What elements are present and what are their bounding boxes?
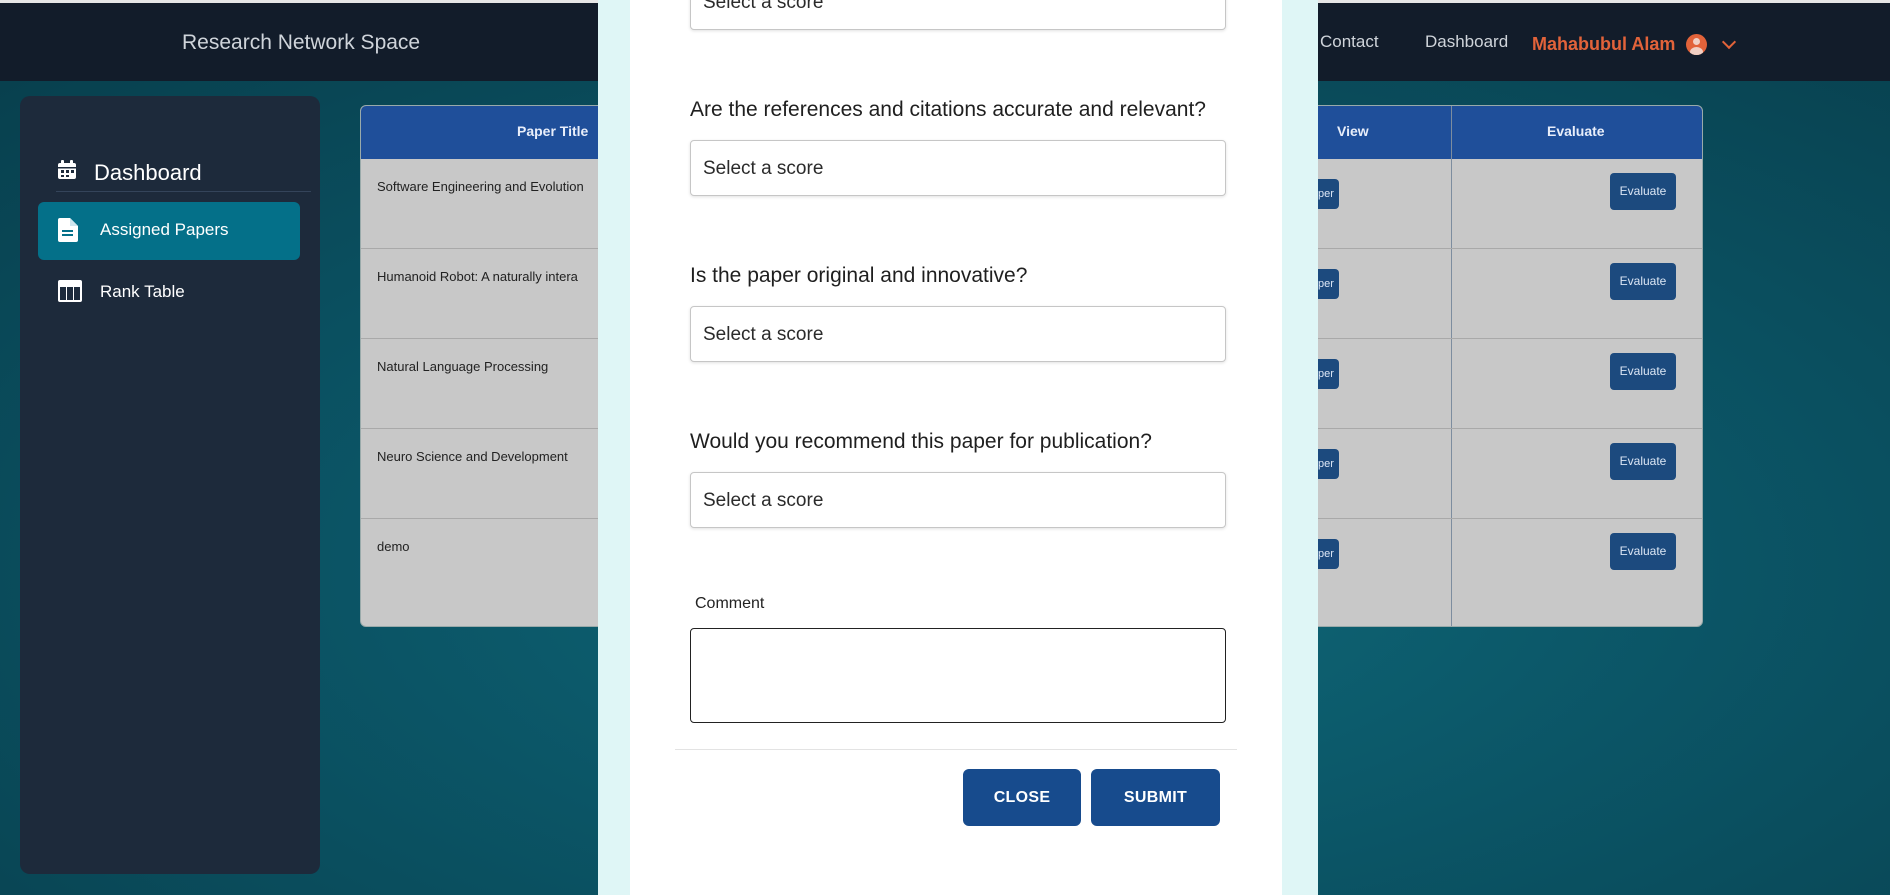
sidebar-item-label: Assigned Papers <box>100 220 229 239</box>
evaluate-button[interactable]: Evaluate <box>1610 353 1676 390</box>
score-select[interactable]: Select a score <box>690 306 1226 362</box>
score-select-value: Select a score <box>703 324 824 345</box>
modal-footer-divider <box>675 749 1237 750</box>
score-select[interactable]: Select a score <box>690 0 1226 30</box>
score-select-value: Select a score <box>703 490 824 511</box>
comment-textarea[interactable] <box>690 628 1226 723</box>
table-icon <box>58 280 82 302</box>
user-avatar-icon[interactable] <box>1686 34 1707 55</box>
brand-title[interactable]: Research Network Space <box>182 31 420 55</box>
question-label: Would you recommend this paper for publi… <box>690 430 1152 453</box>
paper-title-cell: Neuro Science and Development <box>377 449 568 464</box>
column-header-evaluate: Evaluate <box>1547 123 1605 139</box>
paper-title-cell: Software Engineering and Evolution <box>377 179 584 194</box>
evaluate-button[interactable]: Evaluate <box>1610 443 1676 480</box>
evaluation-modal: Select a score Are the references and ci… <box>630 0 1282 895</box>
comment-label: Comment <box>695 595 765 612</box>
document-icon <box>58 218 78 242</box>
score-select[interactable]: Select a score <box>690 472 1226 528</box>
submit-button[interactable]: SUBMIT <box>1091 769 1220 826</box>
score-select-value: Select a score <box>703 158 824 179</box>
question-label: Are the references and citations accurat… <box>690 98 1206 121</box>
evaluate-button[interactable]: Evaluate <box>1610 533 1676 570</box>
sidebar-item-label: Rank Table <box>100 282 185 301</box>
evaluate-button[interactable]: Evaluate <box>1610 173 1676 210</box>
sidebar-item-assigned-papers[interactable]: Assigned Papers <box>38 202 300 260</box>
column-header-view: View <box>1337 123 1369 139</box>
user-name[interactable]: Mahabubul Alam <box>1532 34 1675 55</box>
calendar-icon <box>58 160 76 179</box>
evaluation-modal-backdrop: Select a score Are the references and ci… <box>598 0 1318 895</box>
nav-dashboard[interactable]: Dashboard <box>1425 32 1508 52</box>
score-select-value: Select a score <box>703 0 824 13</box>
close-button[interactable]: CLOSE <box>963 769 1081 826</box>
paper-title-cell: demo <box>377 539 410 554</box>
paper-title-cell: Natural Language Processing <box>377 359 549 374</box>
nav-contact[interactable]: Contact <box>1320 32 1379 52</box>
paper-title-cell: Humanoid Robot: A naturally intera <box>377 269 578 284</box>
column-header-paper-title: Paper Title <box>517 123 589 139</box>
sidebar: Dashboard Assigned Papers Rank Table <box>20 96 320 874</box>
evaluate-button[interactable]: Evaluate <box>1610 263 1676 300</box>
chevron-down-icon[interactable] <box>1721 34 1737 50</box>
score-select[interactable]: Select a score <box>690 140 1226 196</box>
sidebar-dashboard[interactable]: Dashboard <box>56 154 311 192</box>
question-label: Is the paper original and innovative? <box>690 264 1028 287</box>
sidebar-title: Dashboard <box>94 160 202 185</box>
sidebar-item-rank-table[interactable]: Rank Table <box>38 264 300 322</box>
